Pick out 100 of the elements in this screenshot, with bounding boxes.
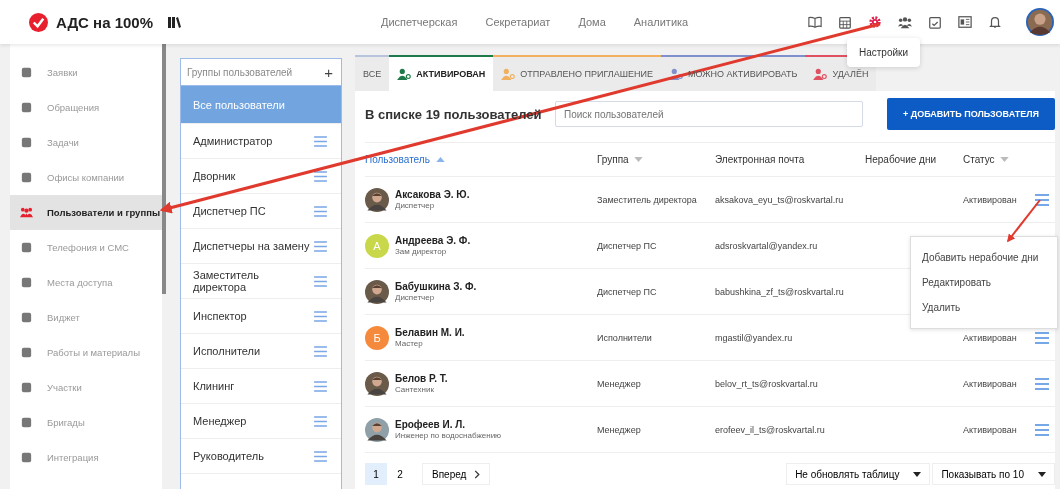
page-button[interactable]: 1 (365, 463, 387, 485)
menu-icon[interactable] (314, 415, 327, 427)
group-item[interactable]: Диспетчеры на замену (181, 229, 341, 264)
table-cell: Активирован (963, 194, 1017, 205)
user-role: Сантехник (395, 385, 435, 394)
users-icon[interactable] (898, 15, 912, 29)
group-item[interactable]: Менеджер (181, 404, 341, 439)
menu-icon[interactable] (314, 135, 327, 147)
newspaper-icon[interactable] (958, 15, 972, 29)
user-status-icon (813, 68, 828, 80)
add-group-button[interactable]: + (316, 63, 341, 81)
group-name: Исполнители (193, 345, 261, 357)
next-page-button[interactable]: Вперед (422, 463, 491, 485)
user-status-icon (501, 68, 516, 80)
user-status-icon (397, 68, 412, 80)
user-role: Диспетчер (395, 293, 436, 302)
search-field[interactable]: Поиск пользователей (555, 101, 863, 127)
user-name[interactable]: Бабушкина З. Ф. (395, 281, 477, 292)
refresh-select[interactable]: Не обновлять таблицу (786, 463, 931, 485)
check-logo-icon (29, 12, 48, 32)
menu-icon[interactable] (314, 240, 327, 252)
group-item[interactable]: Администратор (181, 124, 341, 159)
menu-icon[interactable] (314, 170, 327, 182)
app-logo[interactable]: АДС на 100% (56, 13, 153, 31)
menu-item-icon (20, 136, 33, 149)
nav-link[interactable]: Дома (578, 16, 606, 28)
nav-link[interactable]: Секретариат (485, 16, 551, 28)
table-cell-text: mgastil@yandex.ru (715, 332, 794, 343)
group-name: Инспектор (193, 310, 247, 322)
sort-caret-icon (633, 157, 643, 162)
book-icon[interactable] (808, 15, 822, 29)
menu-item[interactable]: Добавить нерабочие дни (911, 245, 1057, 270)
menu-item-icon (20, 346, 33, 359)
nav-link[interactable]: Аналитика (633, 16, 689, 28)
menu-icon[interactable] (314, 450, 327, 462)
menu-item-icon (20, 66, 33, 79)
group-item[interactable]: Исполнители (181, 334, 341, 369)
user-name[interactable]: Белавин М. И. (395, 327, 465, 338)
table-cell-text: erofeev_il_ts@roskvartal.ru (715, 424, 826, 435)
menu-item[interactable]: Редактировать (911, 270, 1057, 295)
tab[interactable]: АКТИВИРОВАН (389, 55, 494, 91)
chevron-right-icon (474, 469, 481, 479)
menu-item-icon (20, 416, 33, 429)
sort-caret-icon (435, 157, 445, 162)
avatar-letter: А (365, 233, 389, 258)
scrollbar[interactable] (162, 44, 166, 294)
menu-icon[interactable] (1035, 377, 1049, 390)
books-icon[interactable] (167, 15, 181, 29)
menu-item-icon (20, 276, 33, 289)
column-header[interactable]: Группа (597, 154, 715, 165)
table-cell-text: aksakova_eyu_ts@roskvartal.ru (715, 194, 845, 205)
table-cell-text: Менеджер (597, 378, 642, 389)
calendar-check-icon[interactable] (928, 15, 942, 29)
group-item[interactable]: Дворник (181, 159, 341, 194)
menu-icon[interactable] (314, 310, 327, 322)
group-name: Клининг (193, 380, 235, 392)
column-header[interactable]: Пользователь (365, 154, 597, 165)
table-cell-text: Диспетчер ПС (597, 286, 658, 297)
table-cell: Активирован (963, 332, 1017, 343)
user-name[interactable]: Аксакова Э. Ю. (395, 189, 470, 200)
group-name: Администратор (193, 135, 273, 147)
table-cell-text: Исполнители (597, 332, 653, 343)
sort-caret-icon (999, 157, 1009, 162)
group-item[interactable]: Диспетчер ПС (181, 194, 341, 229)
menu-item-icon (20, 381, 33, 394)
menu-icon[interactable] (1035, 193, 1049, 206)
column-header: Нерабочие дни (865, 154, 938, 165)
tab[interactable]: ВСЕ (355, 55, 390, 91)
menu-item-icon (20, 171, 33, 184)
column-header[interactable]: Статус (963, 154, 1035, 165)
menu-item[interactable]: Удалить (911, 295, 1057, 320)
group-item[interactable]: Инспектор (181, 299, 341, 334)
nav-link[interactable]: Диспетчерская (381, 16, 458, 28)
user-name[interactable]: Ерофеев И. Л. (395, 419, 502, 430)
settings-icon[interactable] (868, 15, 882, 29)
menu-icon[interactable] (314, 380, 327, 392)
user-name[interactable]: Андреева Э. Ф. (395, 235, 471, 246)
group-name: Все пользователи (193, 98, 285, 111)
table-cell-text: belov_rt_ts@roskvartal.ru (715, 378, 819, 389)
calendar-icon[interactable] (838, 15, 852, 29)
menu-icon[interactable] (314, 275, 327, 287)
group-item[interactable]: Заместитель директора (181, 264, 341, 299)
page-size-select[interactable]: Показывать по 10 (932, 463, 1055, 485)
user-name[interactable]: Белов Р. Т. (395, 373, 448, 384)
tab[interactable]: ОТПРАВЛЕНО ПРИГЛАШЕНИЕ (493, 55, 661, 91)
user-role: Инженер по водоснабжению (395, 431, 502, 440)
menu-icon[interactable] (1035, 423, 1049, 436)
tab[interactable]: МОЖНО АКТИВИРОВАТЬ (660, 55, 806, 91)
menu-icon[interactable] (314, 345, 327, 357)
menu-icon[interactable] (314, 205, 327, 217)
caret-icon (913, 471, 922, 477)
group-item[interactable]: Клининг (181, 369, 341, 404)
user-role: Диспетчер (395, 201, 436, 210)
menu-item-icon (20, 206, 33, 219)
group-item[interactable]: Руководитель (181, 439, 341, 474)
menu-icon[interactable] (1035, 331, 1049, 344)
sidebar-item[interactable]: Пользователи и группы (10, 195, 163, 230)
bell-icon[interactable] (988, 15, 1002, 29)
add-user-button[interactable]: + ДОБАВИТЬ ПОЛЬЗОВАТЕЛЯ (887, 98, 1055, 130)
menu-item-icon (20, 451, 33, 464)
